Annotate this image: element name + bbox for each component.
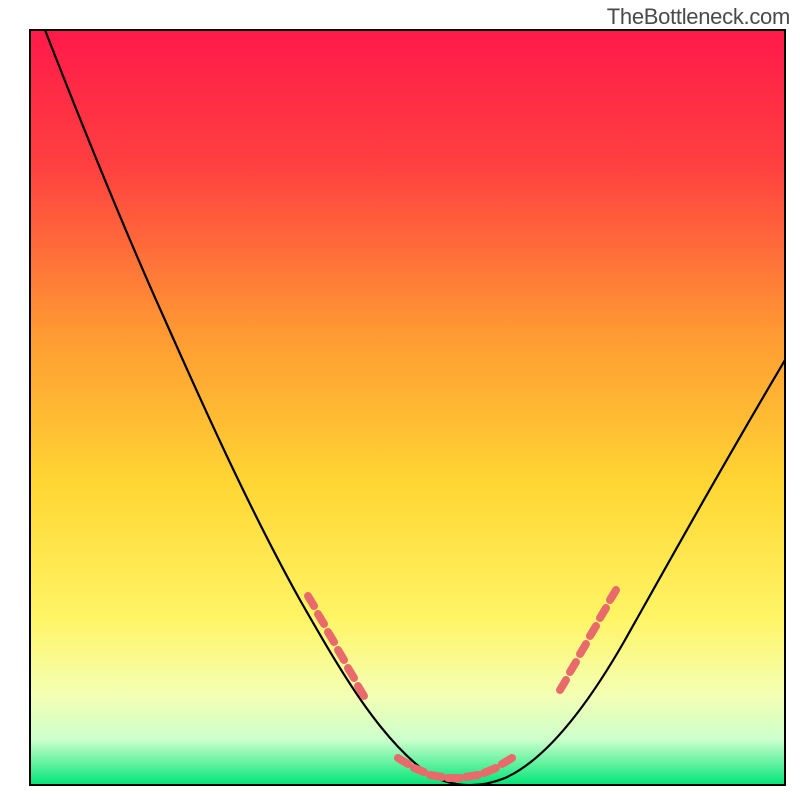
chart-container: TheBottleneck.com xyxy=(0,0,800,800)
watermark-text: TheBottleneck.com xyxy=(607,4,790,30)
plot-background xyxy=(30,30,785,785)
bottleneck-chart xyxy=(0,0,800,800)
